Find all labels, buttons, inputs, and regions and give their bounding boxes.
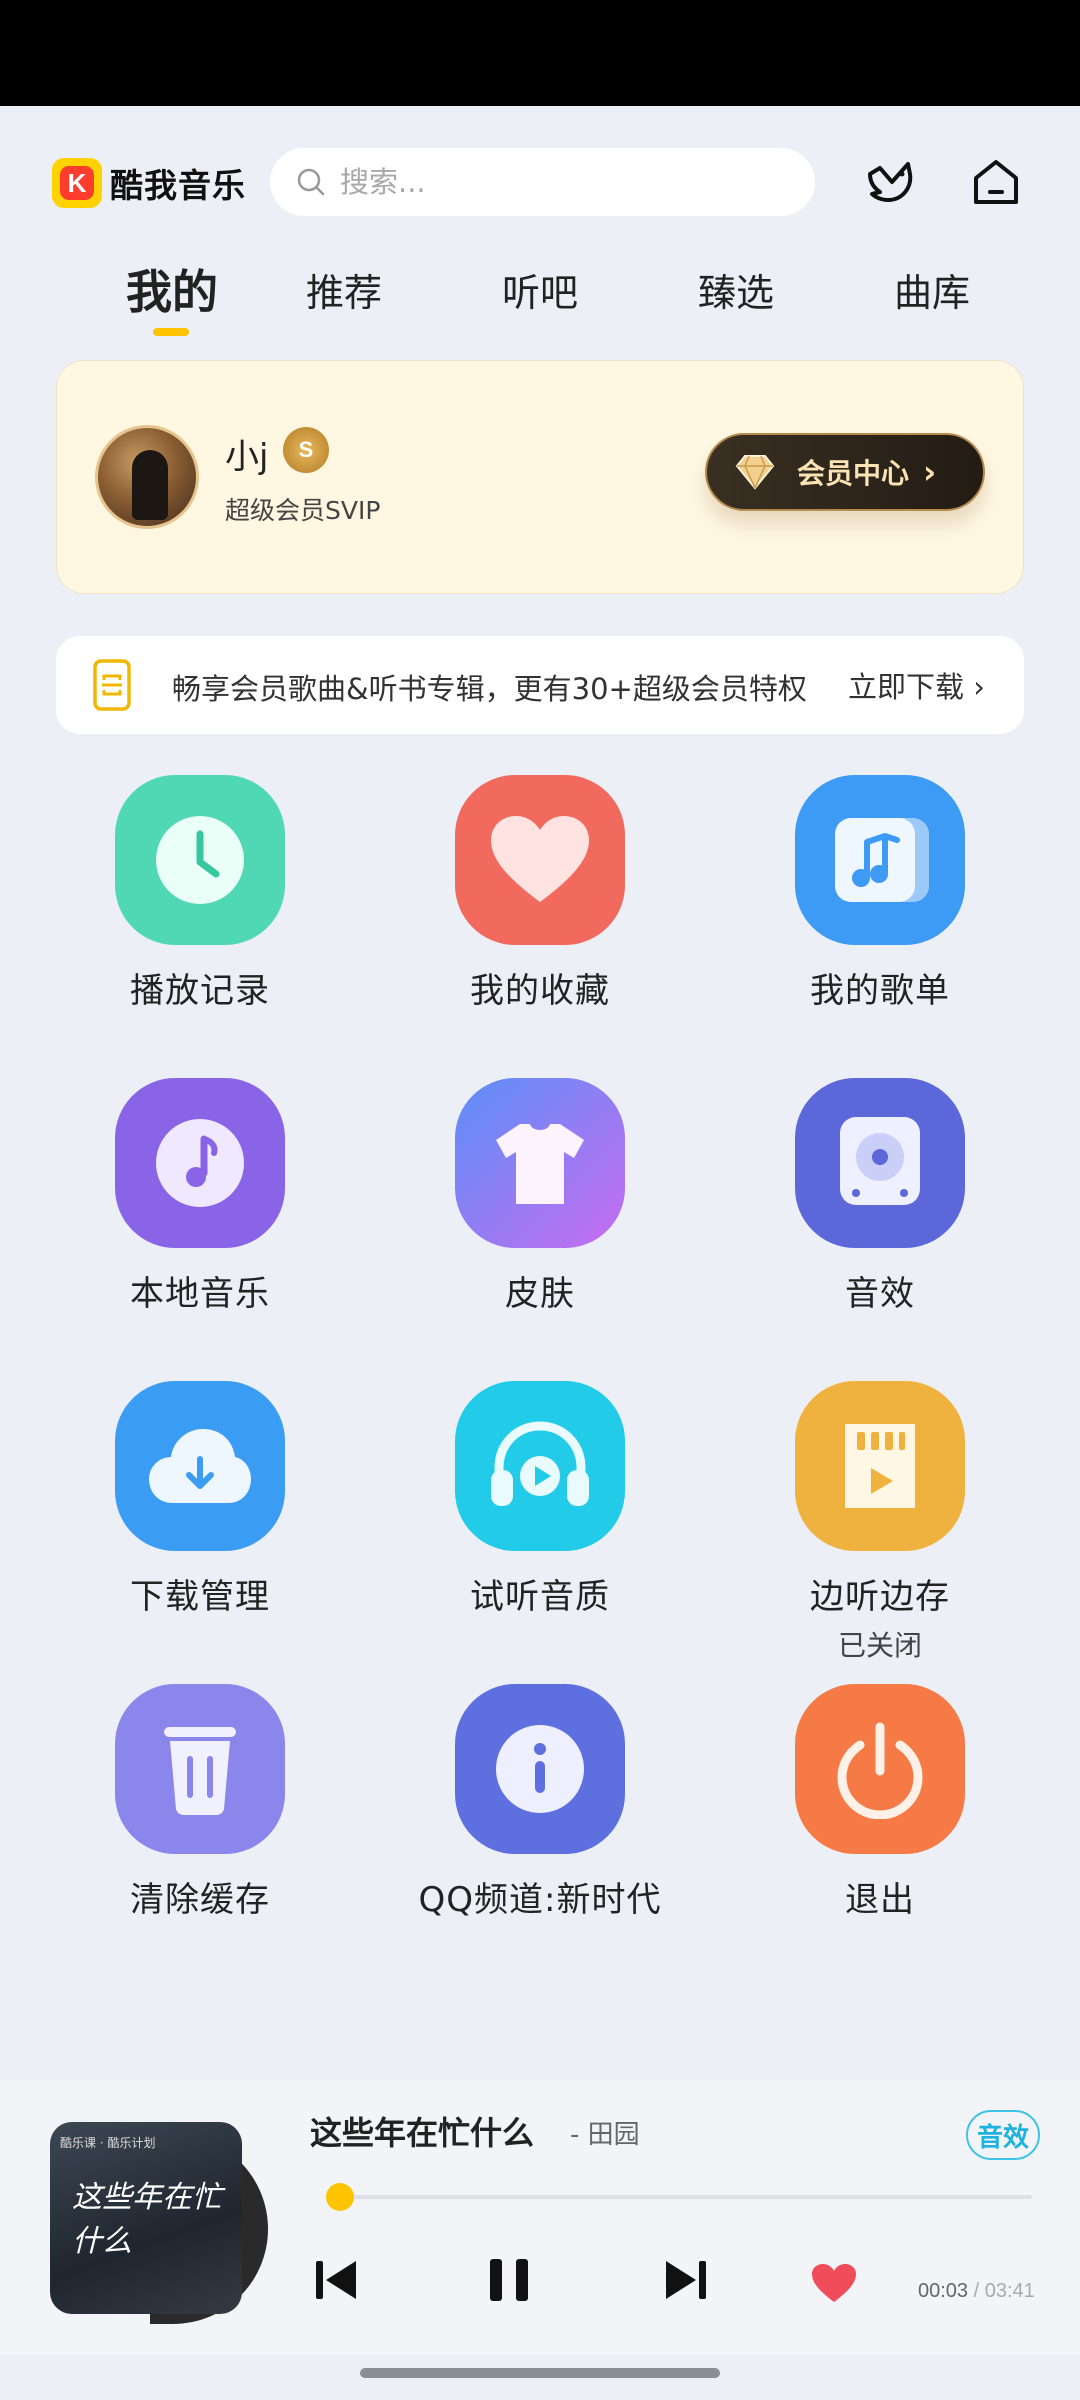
sound-effect-button[interactable]: 音效 xyxy=(966,2110,1040,2160)
pause-icon[interactable] xyxy=(486,2255,532,2305)
search-bar[interactable] xyxy=(270,148,815,216)
member-center-button[interactable]: 会员中心 › xyxy=(705,433,985,511)
vip-badge-icon: S xyxy=(283,427,329,473)
status-bar xyxy=(0,0,1080,106)
download-now-link[interactable]: 立即下载 › xyxy=(848,664,985,706)
clock-icon xyxy=(115,775,285,945)
home-icon[interactable] xyxy=(966,152,1026,212)
grid-item-logout[interactable]: 退出 xyxy=(710,1684,1050,1921)
song-title[interactable]: 这些年在忙什么 xyxy=(310,2108,534,2154)
home-indicator[interactable] xyxy=(360,2368,720,2378)
tab-mine[interactable]: 我的 xyxy=(102,256,242,322)
like-heart-icon[interactable] xyxy=(810,2262,858,2304)
main-tabs: 我的 推荐 听吧 臻选 曲库 xyxy=(0,262,1080,342)
grid-item-skin[interactable]: 皮肤 xyxy=(370,1078,710,1315)
previous-track-icon[interactable] xyxy=(314,2255,360,2305)
speaker-icon xyxy=(795,1078,965,1248)
local-music-icon xyxy=(115,1078,285,1248)
tab-recommend[interactable]: 推荐 xyxy=(274,262,414,317)
sd-card-icon xyxy=(795,1381,965,1551)
bird-message-icon[interactable] xyxy=(862,152,922,212)
diamond-icon xyxy=(735,455,775,490)
grid-item-local-music[interactable]: 本地音乐 xyxy=(30,1078,370,1315)
tshirt-icon xyxy=(455,1078,625,1248)
progress-knob[interactable] xyxy=(325,2183,354,2211)
grid-item-favorites[interactable]: 我的收藏 xyxy=(370,775,710,1012)
heart-icon xyxy=(455,775,625,945)
song-artist: - 田园 xyxy=(570,2120,640,2150)
grid-item-download-manager[interactable]: 下载管理 xyxy=(30,1381,370,1618)
top-bar: K 酷我音乐 xyxy=(0,140,1080,230)
grid-item-my-playlists[interactable]: 我的歌单 xyxy=(710,775,1050,1012)
tab-selected[interactable]: 臻选 xyxy=(666,262,806,317)
grid-item-audio-quality[interactable]: 试听音质 xyxy=(370,1381,710,1618)
active-tab-indicator xyxy=(153,328,189,336)
chevron-right-icon: › xyxy=(923,453,937,491)
playback-time: 00:03 / 03:41 xyxy=(918,2280,1035,2302)
cover-caption: 酷乐课 · 酷乐计划 xyxy=(60,2136,156,2150)
progress-bar[interactable] xyxy=(330,2195,1032,2199)
mini-player[interactable]: 酷乐课 · 酷乐计划 这些年在忙什么 这些年在忙什么 - 田园 音效 00:03… xyxy=(0,2080,1080,2355)
phone-download-icon xyxy=(93,659,131,711)
grid-item-play-history[interactable]: 播放记录 xyxy=(30,775,370,1012)
promo-text: 畅享会员歌曲&听书专辑，更有30+超级会员特权 xyxy=(172,672,807,706)
cache-status: 已关闭 xyxy=(837,1629,922,1662)
grid-item-qq-channel[interactable]: QQ频道:新时代 xyxy=(370,1684,710,1921)
member-card[interactable]: 小j S 超级会员SVIP 会员中心 › xyxy=(56,360,1024,594)
album-cover[interactable]: 酷乐课 · 酷乐计划 这些年在忙什么 xyxy=(50,2122,242,2314)
headphones-icon xyxy=(455,1381,625,1551)
grid-item-cache-while-listening[interactable]: 边听边存 已关闭 xyxy=(710,1381,1050,1664)
trash-icon xyxy=(115,1684,285,1854)
grid-item-sound-effect[interactable]: 音效 xyxy=(710,1078,1050,1315)
username: 小j xyxy=(225,437,269,477)
avatar[interactable] xyxy=(95,425,199,529)
promo-banner[interactable]: 畅享会员歌曲&听书专辑，更有30+超级会员特权 立即下载 › xyxy=(56,636,1024,734)
info-icon xyxy=(455,1684,625,1854)
music-note-icon xyxy=(795,775,965,945)
app-logo: K 酷我音乐 xyxy=(52,158,246,208)
next-track-icon[interactable] xyxy=(662,2255,708,2305)
cover-title: 这些年在忙什么 xyxy=(72,2180,222,2259)
member-center-label: 会员中心 xyxy=(797,457,910,490)
cloud-download-icon xyxy=(115,1381,285,1551)
search-icon xyxy=(297,168,325,196)
power-icon xyxy=(795,1684,965,1854)
tab-listen-bar[interactable]: 听吧 xyxy=(470,262,610,317)
app-name: 酷我音乐 xyxy=(110,166,246,205)
grid-item-clear-cache[interactable]: 清除缓存 xyxy=(30,1684,370,1921)
member-level: 超级会员SVIP xyxy=(225,496,381,525)
logo-icon: K xyxy=(52,158,102,208)
search-input[interactable] xyxy=(340,165,760,199)
tab-library[interactable]: 曲库 xyxy=(862,262,1002,317)
